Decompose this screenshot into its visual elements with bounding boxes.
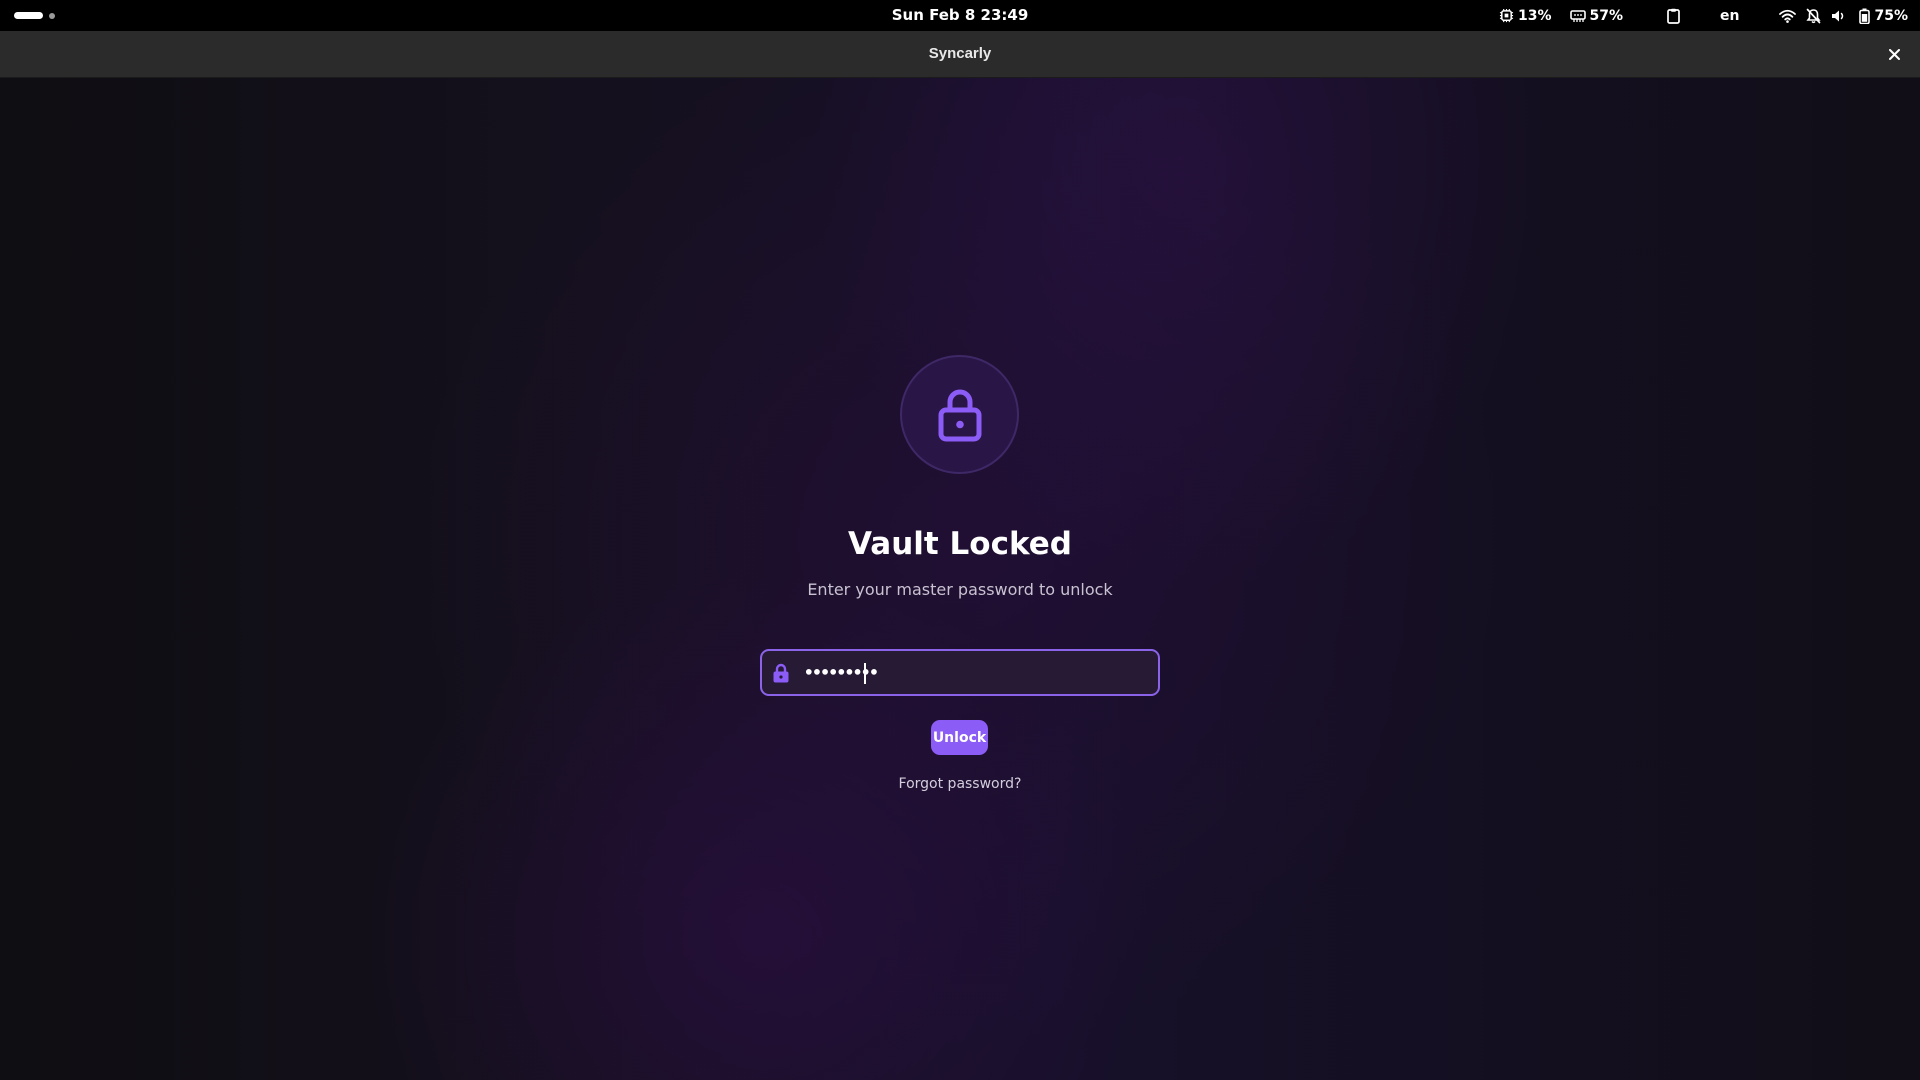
close-icon	[1888, 48, 1900, 60]
clipboard-icon	[1667, 8, 1680, 24]
page-title: Vault Locked	[848, 526, 1072, 562]
volume-icon	[1832, 10, 1844, 21]
vault-lock-view: Vault Locked Enter your master password …	[0, 78, 1920, 1080]
lock-icon	[773, 663, 789, 683]
master-password-input[interactable]: •••••••••	[804, 651, 1154, 694]
cpu-icon	[1499, 8, 1514, 23]
cpu-indicator[interactable]: 13%	[1499, 8, 1552, 24]
keyboard-layout-indicator[interactable]: en	[1720, 8, 1739, 24]
app-header-bar: Syncarly	[0, 31, 1920, 78]
master-password-field[interactable]: •••••••••	[760, 649, 1160, 696]
unlock-button[interactable]: Unlock	[931, 720, 988, 755]
clock[interactable]: Sun Feb 8 23:49	[892, 6, 1029, 24]
memory-label: 57%	[1589, 7, 1624, 24]
close-button[interactable]	[1882, 42, 1906, 66]
window-title: Syncarly	[928, 45, 992, 62]
activities-button[interactable]	[14, 0, 55, 31]
lock-icon	[938, 389, 981, 441]
workspace-indicator-active[interactable]	[14, 12, 43, 19]
system-top-bar: Sun Feb 8 23:49 13% 57% en 75%	[0, 0, 1920, 31]
system-tray: 13% 57% en 75%	[1499, 0, 1908, 31]
memory-indicator[interactable]: 57%	[1569, 7, 1624, 24]
page-subtitle: Enter your master password to unlock	[807, 580, 1113, 599]
text-caret	[864, 663, 866, 684]
forgot-password-link[interactable]: Forgot password?	[899, 776, 1022, 792]
battery-icon	[1859, 8, 1871, 24]
quick-settings[interactable]: 75%	[1779, 8, 1908, 24]
wifi-icon	[1779, 9, 1797, 23]
battery-label: 75%	[1874, 7, 1908, 24]
cpu-label: 13%	[1517, 7, 1552, 24]
forgot-password-container: Forgot password?	[0, 776, 1920, 792]
clipboard-indicator[interactable]	[1667, 8, 1680, 24]
lock-badge	[900, 355, 1019, 474]
notifications-off-icon	[1806, 8, 1822, 23]
memory-icon	[1569, 9, 1586, 22]
workspace-indicator[interactable]	[49, 12, 55, 19]
language-label: en	[1720, 7, 1740, 24]
